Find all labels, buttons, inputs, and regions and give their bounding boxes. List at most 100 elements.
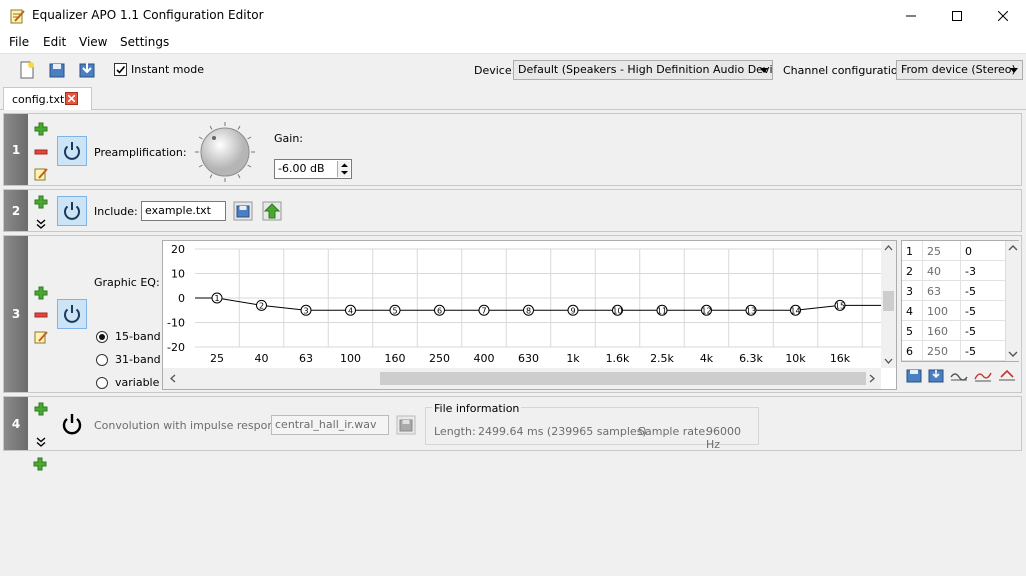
eq-vscroll-thumb[interactable]	[883, 291, 894, 311]
band-gain: -5	[965, 325, 976, 338]
radio-15-band[interactable]	[96, 331, 108, 343]
menu-settings[interactable]: Settings	[120, 35, 169, 49]
go-up-arrow-icon[interactable]	[262, 201, 282, 221]
scroll-down-icon[interactable]	[1006, 347, 1020, 361]
power-icon	[64, 142, 80, 160]
band-index: 2	[906, 265, 913, 278]
band-frequency: 250	[927, 345, 948, 358]
eq-hscroll-thumb[interactable]	[380, 372, 866, 385]
notepad-pencil-icon	[10, 9, 25, 24]
eq-chart[interactable]: 20100-10-2025 40 63 100 160 250 400 630 1k 1.6k 2.…	[163, 241, 896, 389]
include-label: Include:	[94, 205, 138, 218]
power-icon[interactable]	[60, 412, 84, 436]
flatten-curve-icon[interactable]	[950, 368, 968, 384]
minimize-icon	[906, 15, 916, 16]
open-file-icon[interactable]	[233, 201, 253, 221]
eq-curve	[195, 297, 881, 311]
power-icon	[64, 305, 80, 323]
sample-rate-value: 96000 Hz	[706, 425, 741, 451]
filter-row-graphic-eq: 3 Graphic EQ: 15-band 31-band variable 2…	[3, 235, 1022, 393]
x-tick-label: 10k	[785, 352, 806, 365]
x-tick-label: 630	[518, 352, 539, 365]
band-index: 1	[906, 245, 913, 258]
add-icon[interactable]	[34, 122, 48, 136]
band-index: 6	[906, 345, 913, 358]
include-file-field[interactable]: example.txt	[141, 201, 226, 221]
band-table-row[interactable]: 3 63 -5	[902, 281, 1005, 301]
device-select[interactable]: Default (Speakers - High Definition Audi…	[513, 60, 773, 80]
power-icon	[64, 202, 80, 220]
add-icon[interactable]	[34, 195, 48, 209]
gain-spinbox[interactable]: -6.00 dB	[274, 159, 352, 179]
band-table-scrollbar[interactable]	[1005, 241, 1019, 361]
close-tab-button[interactable]	[65, 92, 78, 105]
gain-stepper[interactable]	[337, 161, 350, 177]
gain-knob[interactable]	[194, 121, 256, 183]
band-table[interactable]: 1 25 0 2 40 -3 3 63 -5 4 100 -5 5 160 -5 6 250 -5	[901, 240, 1019, 362]
radio-31-band[interactable]	[96, 354, 108, 366]
band-table-row[interactable]: 2 40 -3	[902, 261, 1005, 281]
radio-variable-label: variable	[115, 376, 160, 389]
band-index: 5	[906, 325, 913, 338]
close-window-button[interactable]	[980, 0, 1026, 31]
impulse-file-value: central_hall_ir.wav	[275, 418, 377, 431]
load-preset-icon[interactable]	[906, 368, 922, 384]
column-divider	[922, 301, 923, 321]
band-table-row[interactable]: 1 25 0	[902, 241, 1005, 261]
x-tick-label: 6.3k	[739, 352, 763, 365]
normalize-curve-icon[interactable]	[998, 368, 1016, 384]
power-toggle-button[interactable]	[57, 196, 87, 226]
eq-point-label: 15	[835, 301, 845, 310]
scroll-up-icon[interactable]	[1006, 241, 1020, 255]
menu-view[interactable]: View	[79, 35, 107, 49]
save-file-icon[interactable]	[77, 60, 97, 80]
menu-edit[interactable]: Edit	[43, 35, 66, 49]
band-table-row[interactable]: 6 250 -5	[902, 341, 1005, 361]
expand-chevron-icon[interactable]	[34, 435, 48, 449]
tab-config[interactable]: config.txt	[3, 87, 92, 111]
minimize-button[interactable]	[888, 0, 934, 31]
y-tick-label: -20	[167, 341, 185, 354]
band-table-row[interactable]: 4 100 -5	[902, 301, 1005, 321]
edit-notepad-icon[interactable]	[34, 330, 48, 344]
save-preset-icon[interactable]	[928, 368, 944, 384]
expand-chevron-icon[interactable]	[34, 217, 48, 231]
device-label: Device:	[474, 64, 516, 77]
preamp-label: Preamplification:	[94, 146, 187, 159]
radio-15-band-label: 15-band	[115, 330, 161, 343]
include-file-value: example.txt	[145, 204, 211, 217]
add-icon[interactable]	[34, 286, 48, 300]
graphic-eq-label: Graphic EQ:	[94, 276, 160, 289]
x-tick-label: 16k	[830, 352, 851, 365]
menu-file[interactable]: File	[9, 35, 29, 49]
add-icon[interactable]	[34, 402, 48, 416]
sample-rate-label: Sample rate:	[638, 425, 709, 438]
open-file-icon[interactable]	[47, 60, 67, 80]
channel-config-select[interactable]: From device (Stereo)	[896, 60, 1023, 80]
remove-icon[interactable]	[34, 145, 48, 159]
tab-strip: config.txt	[0, 85, 1026, 111]
edit-notepad-icon[interactable]	[34, 167, 48, 181]
power-toggle-button[interactable]	[57, 136, 87, 166]
power-toggle-button[interactable]	[57, 299, 87, 329]
band-gain: -3	[965, 265, 976, 278]
add-icon[interactable]	[33, 457, 47, 471]
impulse-file-field[interactable]: central_hall_ir.wav	[271, 415, 389, 435]
new-file-icon[interactable]	[17, 60, 37, 80]
x-tick-label: 63	[299, 352, 313, 365]
x-tick-label: 250	[429, 352, 450, 365]
maximize-button[interactable]	[934, 0, 980, 31]
eq-point-label: 3	[303, 306, 308, 315]
band-table-row[interactable]: 5 160 -5	[902, 321, 1005, 341]
column-divider	[922, 281, 923, 301]
length-label: Length:	[434, 425, 476, 438]
remove-icon[interactable]	[34, 308, 48, 322]
column-divider	[960, 321, 961, 341]
instant-mode-checkbox[interactable]	[114, 63, 127, 76]
radio-variable[interactable]	[96, 377, 108, 389]
open-file-icon[interactable]	[396, 415, 416, 435]
eq-graph[interactable]: 20 10 0 -10 -20 25 40 63 100 160 250 400 630 1k 1.6k 2.…	[162, 240, 897, 390]
eq-point-label: 6	[437, 306, 442, 315]
invert-curve-icon[interactable]	[974, 368, 992, 384]
column-divider	[922, 321, 923, 341]
